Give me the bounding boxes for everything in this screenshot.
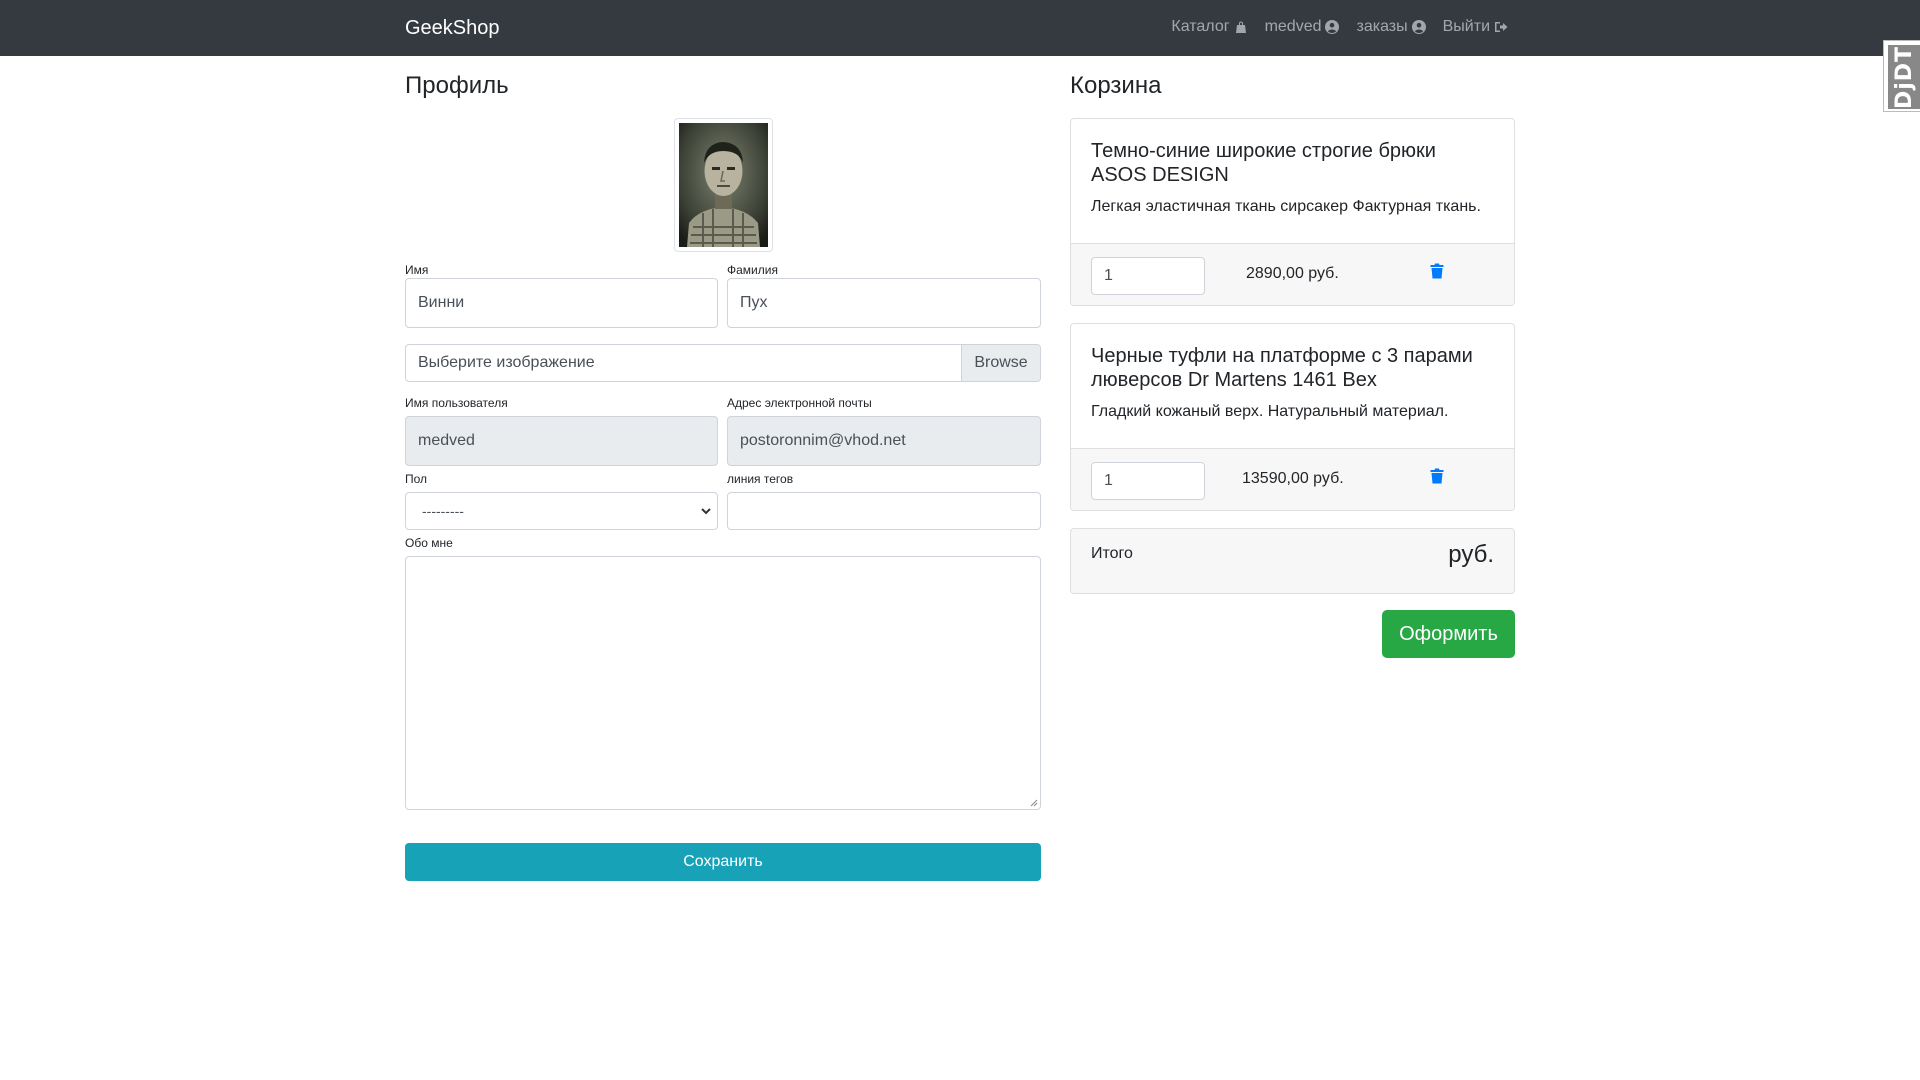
cart-item-price: 2890,00 руб.	[1246, 265, 1339, 282]
cart-item-name: Черные туфли на платформе с 3 парами люв…	[1091, 345, 1473, 391]
sign-out-icon	[1495, 22, 1508, 32]
cart-total: Итого руб.	[1070, 528, 1515, 594]
debug-toolbar-label: DjDT	[1892, 45, 1918, 109]
cart-title: Корзина	[1070, 72, 1162, 99]
shopping-bag-icon	[1235, 21, 1246, 33]
chevron-down-icon	[701, 508, 711, 515]
avatar	[679, 123, 768, 247]
nav-links: Каталог medved заказы Выйти	[1171, 17, 1508, 37]
cart-item-description: Легкая эластичная ткань сирсакер Фактурн…	[1091, 198, 1481, 215]
browse-button[interactable]: Browse	[961, 345, 1040, 381]
tagline-field[interactable]	[727, 492, 1041, 530]
first-name-label: Имя	[405, 263, 429, 277]
about-textarea[interactable]	[405, 556, 1041, 810]
delete-item-button[interactable]	[1430, 263, 1444, 279]
nav-link-profile[interactable]: medved	[1265, 17, 1340, 37]
user-circle-icon	[1325, 20, 1340, 34]
gender-select-value: ---------	[422, 503, 464, 519]
user-circle-icon	[1411, 20, 1426, 34]
cart-item-name: Темно-синие широкие строгие брюки ASOS D…	[1091, 140, 1436, 186]
nav-link-catalog[interactable]: Каталог	[1171, 17, 1247, 37]
about-label: Обо мне	[405, 536, 453, 550]
cart-total-label: Итого	[1091, 545, 1133, 562]
nav-link-logout[interactable]: Выйти	[1443, 17, 1508, 37]
delete-item-button[interactable]	[1430, 468, 1444, 484]
cart-item-footer: 1 2890,00 руб.	[1071, 243, 1514, 305]
checkout-button[interactable]: Оформить	[1382, 610, 1515, 658]
nav-link-label: заказы	[1356, 18, 1408, 35]
cart-item: Черные туфли на платформе с 3 парами люв…	[1070, 323, 1515, 511]
cart-item-footer: 1 13590,00 руб.	[1071, 448, 1514, 510]
avatar-frame	[674, 118, 773, 252]
nav-link-label: Каталог	[1171, 18, 1230, 35]
quantity-input[interactable]: 1	[1091, 257, 1205, 295]
image-file-input[interactable]: Выберите изображение Browse	[405, 344, 1041, 382]
nav-link-label: medved	[1264, 18, 1322, 35]
image-file-placeholder: Выберите изображение	[418, 354, 595, 371]
username-label: Имя пользователя	[405, 396, 508, 410]
tagline-label: линия тегов	[727, 472, 794, 486]
username-field[interactable]: medved	[405, 416, 718, 466]
cart-item-price: 13590,00 руб.	[1242, 470, 1344, 487]
trash-icon	[1430, 263, 1444, 279]
debug-toolbar-label-box: DjDT	[1888, 45, 1920, 109]
gender-select[interactable]: ---------	[405, 492, 718, 530]
email-label: Адрес электронной почты	[727, 396, 872, 410]
email-field[interactable]: postoronnim@vhod.net	[727, 416, 1041, 466]
profile-title: Профиль	[405, 72, 509, 99]
first-name-field[interactable]: Винни	[405, 278, 718, 328]
gender-label: Пол	[405, 472, 428, 486]
brand-link[interactable]: GeekShop	[405, 16, 500, 40]
cart-item-description: Гладкий кожаный верх. Натуральный матери…	[1091, 403, 1449, 420]
nav-link-label: Выйти	[1442, 18, 1490, 35]
cart-total-value: руб.	[1448, 541, 1494, 568]
nav-link-orders[interactable]: заказы	[1356, 17, 1426, 37]
trash-icon	[1430, 468, 1444, 484]
debug-toolbar-handle[interactable]: DjDT	[1883, 40, 1920, 112]
last-name-field[interactable]: Пух	[727, 278, 1041, 328]
cart-item-body: Темно-синие широкие строгие брюки ASOS D…	[1071, 119, 1514, 237]
quantity-input[interactable]: 1	[1091, 462, 1205, 500]
save-button[interactable]: Сохранить	[405, 843, 1041, 881]
navbar: GeekShop Каталог medved заказы Выйти	[0, 0, 1920, 56]
last-name-label: Фамилия	[727, 263, 778, 277]
resize-handle-icon[interactable]	[1030, 799, 1038, 807]
cart-item: Темно-синие широкие строгие брюки ASOS D…	[1070, 118, 1515, 306]
cart-item-body: Черные туфли на платформе с 3 парами люв…	[1071, 324, 1514, 442]
